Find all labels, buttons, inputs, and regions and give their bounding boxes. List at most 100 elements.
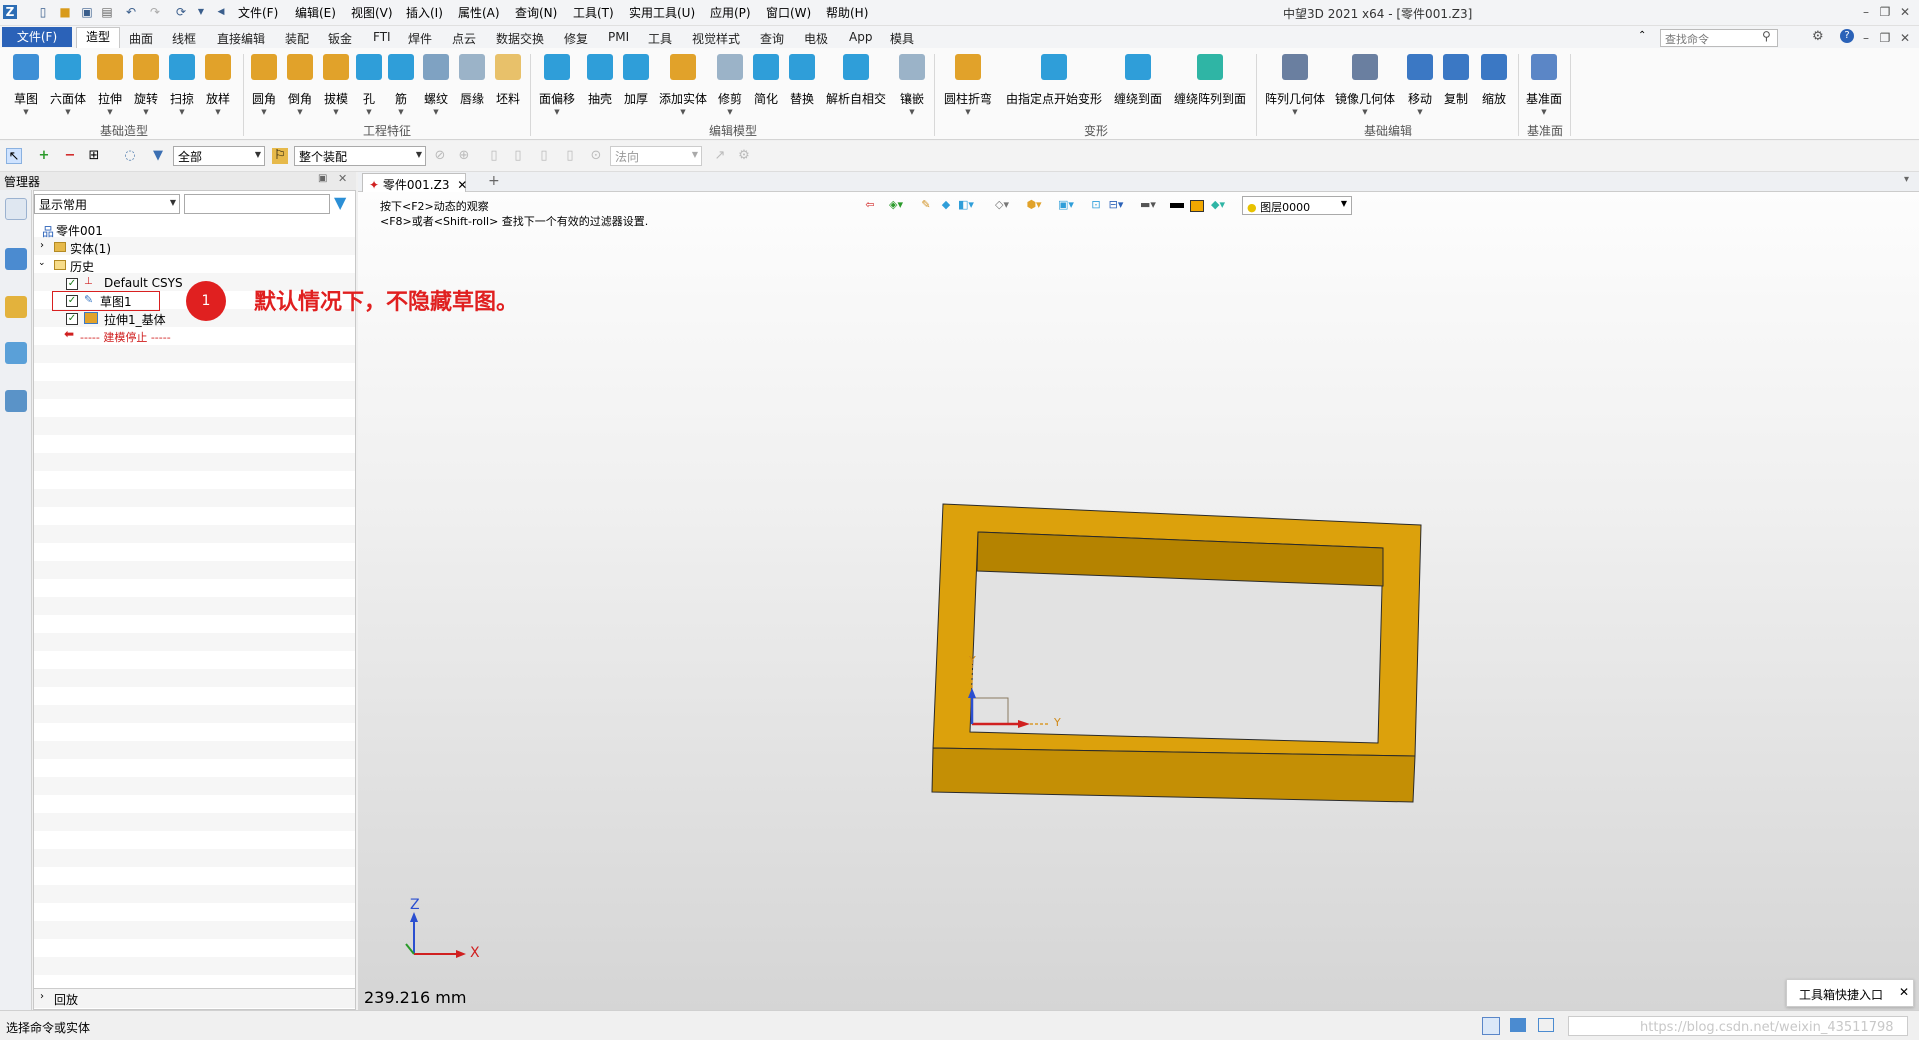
tab-modeling[interactable]: 造型 [76, 27, 120, 48]
command-search-input[interactable]: 查找命令 [1660, 29, 1778, 47]
playback-bar[interactable]: › 回放 [34, 988, 355, 1008]
history-manager-icon[interactable] [5, 198, 27, 220]
redo-icon[interactable]: ↷ [148, 5, 162, 19]
resolve-self-intersect-button[interactable]: 解析自相交 [822, 52, 890, 122]
tab-query[interactable]: 查询 [760, 28, 784, 48]
tab-weldment[interactable]: 焊件 [408, 28, 432, 48]
simplify-button[interactable]: 简化 [748, 52, 784, 122]
model-scene[interactable] [358, 192, 1919, 1010]
lip-button[interactable]: 唇缘 [454, 52, 490, 122]
print-icon[interactable]: ▤ [100, 5, 114, 19]
tree-stop-marker[interactable]: ----- 建模停止 ----- [80, 329, 171, 345]
fillet-button[interactable]: 圆角 ▼ [246, 52, 282, 122]
extrude-visibility-checkbox[interactable]: ✓ [66, 313, 78, 325]
tab-surface[interactable]: 曲面 [129, 28, 153, 48]
revolve-button[interactable]: 旋转 ▼ [128, 52, 164, 122]
close-toolbox-icon[interactable]: ✕ [1899, 985, 1909, 999]
menu-file[interactable]: 文件(F) [238, 4, 278, 21]
close-tab-icon[interactable]: ✕ [457, 178, 467, 192]
rib-button[interactable]: 筋 ▼ [386, 52, 416, 122]
status-layout-icon[interactable] [1482, 1017, 1500, 1035]
menu-help[interactable]: 帮助(H) [826, 4, 868, 21]
scope-combo[interactable]: 整个装配 ▼ [294, 146, 426, 166]
tab-electrode[interactable]: 电极 [804, 28, 828, 48]
menu-insert[interactable]: 插入(I) [406, 4, 443, 21]
tab-mold[interactable]: 模具 [890, 28, 914, 48]
menu-attribute[interactable]: 属性(A) [458, 4, 500, 21]
remove-selection-icon[interactable]: − [62, 148, 78, 164]
close-panel-icon[interactable]: ✕ [338, 172, 347, 185]
restore-doc-icon[interactable]: ❐ [1876, 3, 1894, 21]
tab-list-icon[interactable]: ▾ [1904, 174, 1909, 185]
close-app-icon[interactable]: ✕ [1896, 29, 1914, 47]
toolbox-shortcut[interactable]: 工具箱快捷入口 ✕ [1786, 979, 1914, 1007]
sketch-visibility-checkbox[interactable]: ✓ [66, 295, 78, 307]
dropdown-icon[interactable]: ▼ [194, 5, 208, 19]
help-icon[interactable]: ? [1840, 29, 1854, 43]
wrap-to-face-button[interactable]: 缠绕到面 [1110, 52, 1166, 122]
new-tab-icon[interactable]: + [488, 173, 500, 189]
tree-search-input[interactable] [184, 194, 330, 214]
tab-fti[interactable]: FTI [373, 28, 391, 48]
extrude-button[interactable]: 拉伸 ▼ [92, 52, 128, 122]
status-display-icon[interactable] [1510, 1018, 1526, 1032]
tab-visual-style[interactable]: 视觉样式 [692, 28, 740, 48]
select-pointer-icon[interactable]: ↖ [6, 148, 22, 164]
thread-button[interactable]: 螺纹 ▼ [418, 52, 454, 122]
add-solid-button[interactable]: 添加实体 ▼ [656, 52, 710, 122]
replace-button[interactable]: 替换 [784, 52, 820, 122]
emboss-button[interactable]: 镶嵌 ▼ [894, 52, 930, 122]
tab-repair[interactable]: 修复 [564, 28, 588, 48]
view-manager-icon[interactable] [5, 342, 27, 364]
shell-button[interactable]: 抽壳 [582, 52, 618, 122]
menu-tools[interactable]: 工具(T) [573, 4, 614, 21]
part-manager-icon[interactable] [5, 296, 27, 318]
tab-point-cloud[interactable]: 点云 [452, 28, 476, 48]
tree-history-label[interactable]: 历史 [70, 258, 94, 275]
collapse-arrow-icon[interactable]: ⌄ [38, 258, 46, 268]
draft-button[interactable]: 拔模 ▼ [318, 52, 354, 122]
tab-assembly[interactable]: 装配 [285, 28, 309, 48]
tab-data-exchange[interactable]: 数据交换 [496, 28, 544, 48]
tree-filter-icon[interactable]: ▼ [334, 194, 346, 212]
tab-wireframe[interactable]: 线框 [172, 28, 196, 48]
scale-button[interactable]: 缩放 [1476, 52, 1512, 122]
new-file-icon[interactable]: ▯ [36, 5, 50, 19]
maximize-app-icon[interactable]: ❐ [1876, 29, 1894, 47]
expand-arrow-icon[interactable]: › [40, 240, 44, 251]
display-filter-combo[interactable]: 显示常用 ▼ [34, 194, 180, 214]
open-folder-icon[interactable]: ■ [58, 5, 72, 19]
filter-combo[interactable]: 全部 ▼ [173, 146, 265, 166]
move-button[interactable]: 移动 ▼ [1402, 52, 1438, 122]
face-offset-button[interactable]: 面偏移 ▼ [534, 52, 580, 122]
menu-query[interactable]: 查询(N) [515, 4, 557, 21]
tree-root-label[interactable]: 零件001 [56, 222, 103, 239]
hexahedron-button[interactable]: 六面体 ▼ [48, 52, 88, 122]
undo-icon[interactable]: ↶ [124, 5, 138, 19]
menu-edit[interactable]: 编辑(E) [295, 4, 336, 21]
filter-icon[interactable]: ▼ [150, 148, 166, 164]
search-icon[interactable]: ⚲ [1762, 29, 1771, 43]
cylinder-bend-button[interactable]: 圆柱折弯 ▼ [940, 52, 996, 122]
add-selection-icon[interactable]: + [36, 148, 52, 164]
pattern-geometry-button[interactable]: 阵列几何体 ▼ [1262, 52, 1328, 122]
csys-visibility-checkbox[interactable]: ✓ [66, 278, 78, 290]
refresh-icon[interactable]: ⟳ [174, 5, 188, 19]
sweep-button[interactable]: 扫掠 ▼ [164, 52, 200, 122]
tab-file[interactable]: 文件(F) [2, 27, 72, 47]
datum-plane-button[interactable]: 基准面 ▼ [1522, 52, 1566, 122]
tree-extrude-label[interactable]: 拉伸1_基体 [104, 311, 166, 328]
box-select-icon[interactable]: ⊞ [86, 148, 102, 164]
minimize-app-icon[interactable]: – [1857, 29, 1875, 47]
assembly-manager-icon[interactable] [5, 248, 27, 270]
back-arrow-icon[interactable]: ◀ [214, 5, 228, 19]
menu-window[interactable]: 窗口(W) [766, 4, 811, 21]
point-deform-button[interactable]: 由指定点开始变形 [1002, 52, 1106, 122]
chamfer-button[interactable]: 倒角 ▼ [282, 52, 318, 122]
lasso-icon[interactable]: ◌ [122, 148, 138, 164]
menu-apply[interactable]: 应用(P) [710, 4, 751, 21]
thicken-button[interactable]: 加厚 [618, 52, 654, 122]
document-tab[interactable]: ✦ 零件001.Z3 ✕ [362, 173, 467, 192]
tree-solid-label[interactable]: 实体(1) [70, 240, 111, 257]
wrap-pattern-to-face-button[interactable]: 缠绕阵列到面 [1170, 52, 1250, 122]
